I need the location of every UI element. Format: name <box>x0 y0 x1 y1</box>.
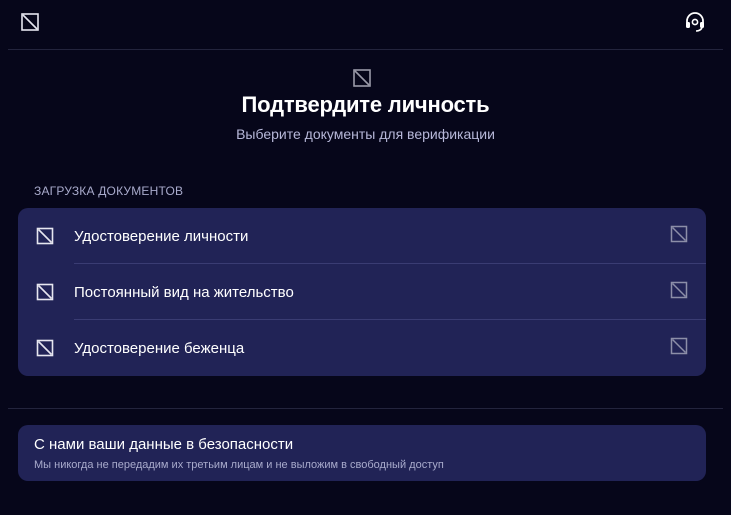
page-title: Подтвердите личность <box>241 92 490 117</box>
document-item-label: Удостоверение беженца <box>74 339 245 357</box>
broken-image-icon <box>670 337 688 355</box>
header-divider <box>8 49 723 50</box>
back-button[interactable] <box>20 12 40 32</box>
headset-support-icon <box>683 10 707 34</box>
security-notice: С нами ваши данные в безопасности Мы ник… <box>18 425 706 481</box>
section-divider <box>8 408 723 409</box>
broken-image-icon <box>36 339 54 357</box>
document-item-label: Удостоверение личности <box>74 227 249 245</box>
page-subtitle: Выберите документы для верификации <box>236 126 495 142</box>
security-text: Мы никогда не передадим их третьим лицам… <box>34 459 444 471</box>
broken-image-icon <box>352 68 372 88</box>
top-bar <box>0 0 731 49</box>
documents-list: Удостоверение личности Постоянный вид на… <box>18 208 706 376</box>
document-item-refugee-id[interactable]: Удостоверение беженца <box>18 320 706 376</box>
broken-image-icon <box>20 12 40 32</box>
document-item-residence-permit[interactable]: Постоянный вид на жительство <box>18 264 706 320</box>
broken-image-icon <box>670 281 688 299</box>
document-item-label: Постоянный вид на жительство <box>74 283 294 301</box>
broken-image-icon <box>36 227 54 245</box>
document-item-id-card[interactable]: Удостоверение личности <box>18 208 706 264</box>
security-title: С нами ваши данные в безопасности <box>34 436 294 453</box>
broken-image-icon <box>36 283 54 301</box>
section-label: ЗАГРУЗКА ДОКУМЕНТОВ <box>34 184 184 198</box>
support-button[interactable] <box>683 10 707 34</box>
broken-image-icon <box>670 225 688 243</box>
